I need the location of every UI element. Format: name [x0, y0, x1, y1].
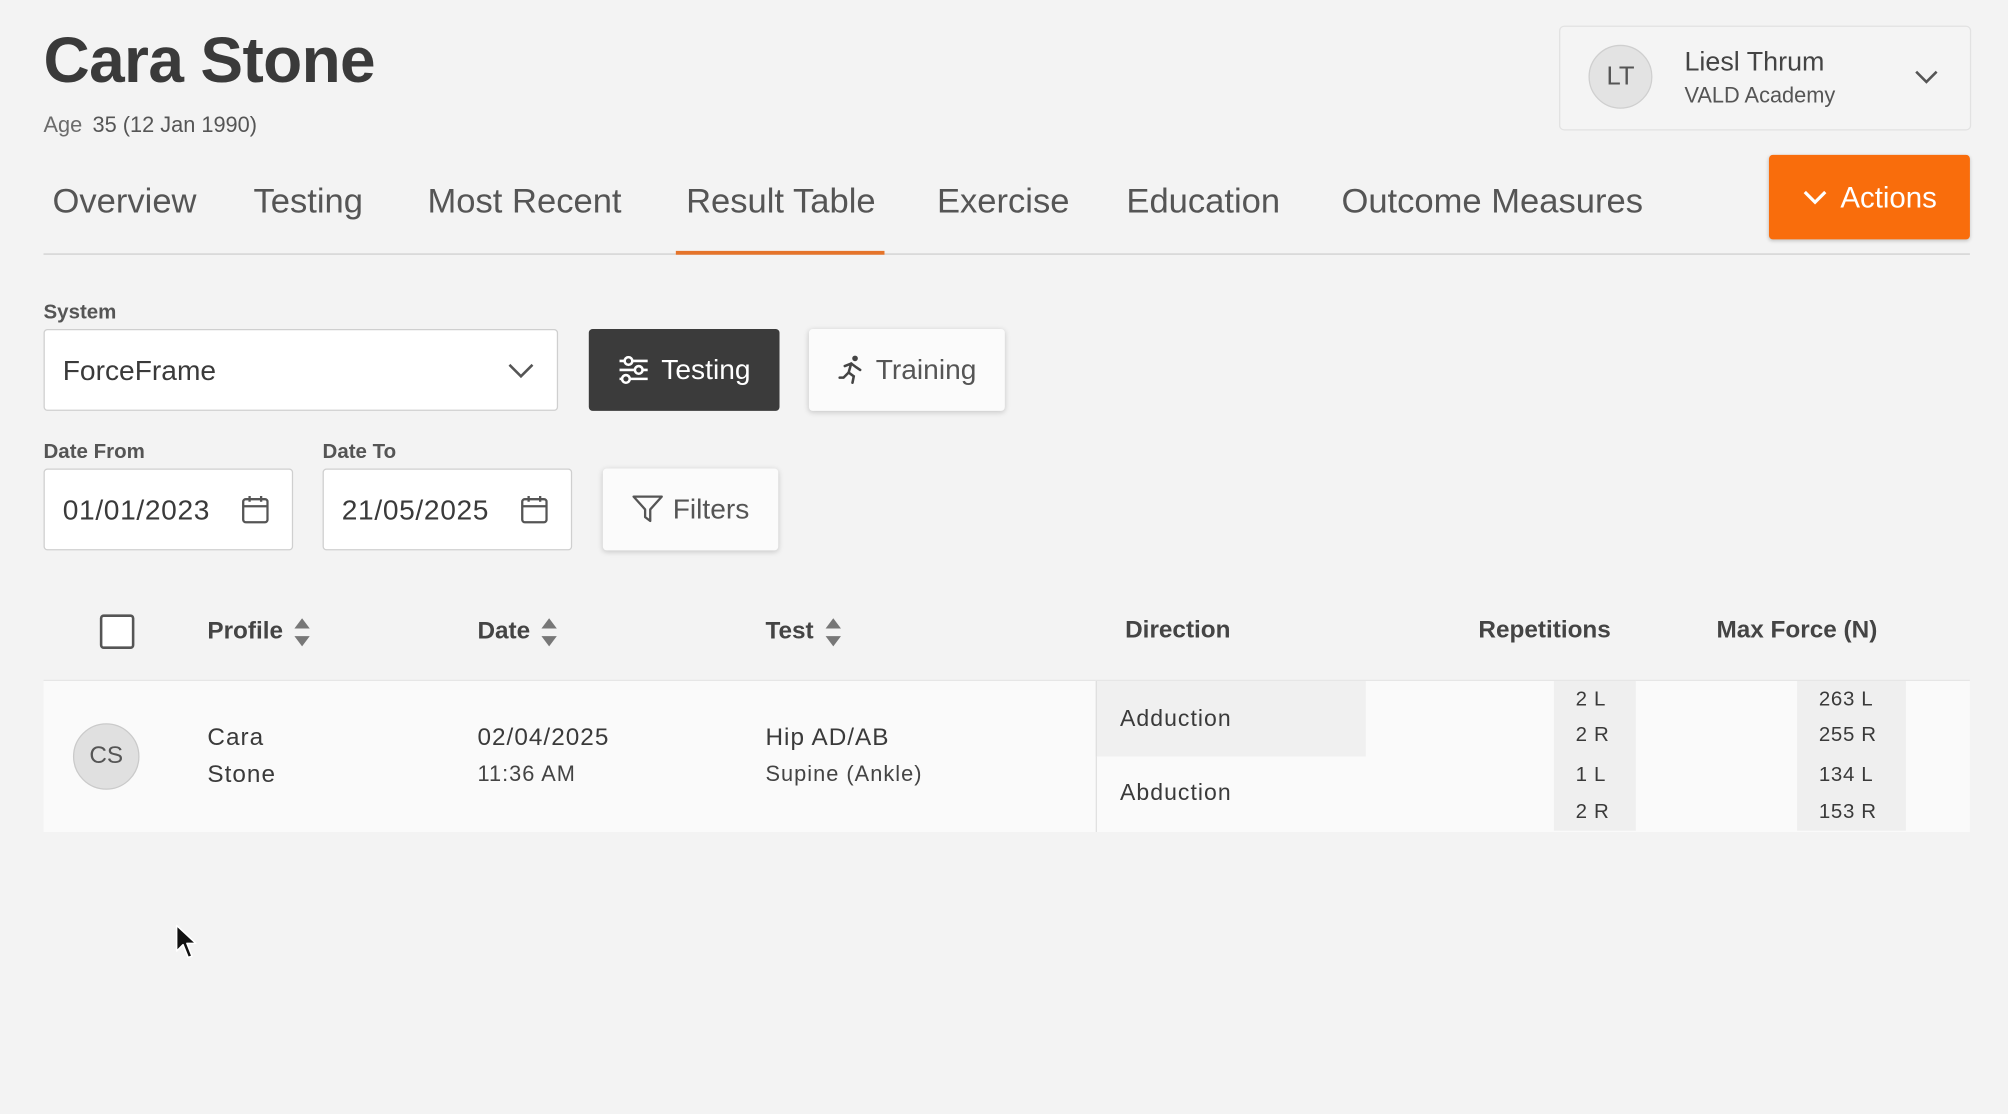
test-name: Hip AD/AB: [765, 724, 890, 752]
header-test[interactable]: Test: [765, 617, 841, 648]
header-profile[interactable]: Profile: [207, 617, 311, 648]
reps-value: 2 L: [1575, 688, 1607, 711]
date-from-input[interactable]: 01/01/2023: [43, 468, 294, 551]
date-to-value: 21/05/2025: [341, 494, 490, 527]
mouse-cursor-icon: [175, 924, 197, 959]
force-value: 153 R: [1818, 801, 1877, 824]
profile-last-name: Stone: [207, 761, 277, 789]
training-button-label: Training: [875, 353, 977, 386]
chevron-down-icon: [508, 363, 534, 379]
direction-label: Abduction: [1120, 779, 1232, 806]
tab-result-table[interactable]: Result Table: [686, 182, 876, 222]
athlete-name: Cara Stone: [43, 24, 376, 96]
tab-testing[interactable]: Testing: [253, 182, 363, 222]
testing-button-label: Testing: [661, 353, 751, 386]
calendar-icon[interactable]: [242, 495, 269, 524]
force-value: 134 L: [1818, 764, 1874, 786]
sort-icon[interactable]: [293, 617, 311, 648]
header-direction: Direction: [1125, 617, 1230, 645]
table-row[interactable]: [43, 679, 1970, 832]
age-label: Age: [43, 112, 83, 137]
sliders-icon: [619, 355, 648, 384]
user-name: Liesl Thrum: [1684, 47, 1825, 77]
user-organization: VALD Academy: [1684, 83, 1836, 108]
header-test-label: Test: [765, 618, 814, 646]
direction-cell-adduction: Adduction: [1095, 680, 1366, 757]
header-direction-label: Direction: [1125, 616, 1231, 644]
age-value: 35 (12 Jan 1990): [92, 112, 258, 137]
date-from-value: 01/01/2023: [62, 494, 211, 527]
testing-toggle-button[interactable]: Testing: [588, 328, 780, 411]
training-toggle-button[interactable]: Training: [808, 328, 1005, 411]
date-to-input[interactable]: 21/05/2025: [322, 468, 573, 551]
tab-exercise[interactable]: Exercise: [937, 182, 1070, 222]
user-menu[interactable]: LT Liesl Thrum VALD Academy: [1559, 25, 1972, 131]
date-from-label: Date From: [43, 441, 145, 464]
filter-icon: [631, 495, 663, 523]
tab-most-recent[interactable]: Most Recent: [428, 182, 622, 222]
tab-active-indicator: [675, 250, 885, 255]
athlete-age: Age 35 (12 Jan 1990): [44, 113, 257, 139]
test-position: Supine (Ankle): [765, 761, 923, 786]
system-select[interactable]: ForceFrame: [43, 328, 559, 411]
direction-label: Adduction: [1120, 705, 1232, 731]
chevron-down-icon[interactable]: [1914, 68, 1940, 86]
sort-icon[interactable]: [540, 617, 558, 648]
reps-value: 2 R: [1575, 724, 1610, 747]
system-value: ForceFrame: [62, 354, 217, 387]
header-date-label: Date: [477, 618, 531, 646]
force-value: 255 R: [1818, 724, 1877, 747]
result-time: 11:36 AM: [477, 761, 576, 786]
header-max-force: Max Force (N): [1716, 617, 1877, 645]
reps-value: 1 L: [1575, 764, 1607, 786]
tab-outcome-measures[interactable]: Outcome Measures: [1341, 182, 1643, 222]
tab-divider: [43, 253, 1970, 255]
chevron-down-icon: [1803, 190, 1827, 205]
direction-cell-abduction: Abduction: [1095, 756, 1366, 832]
header-date[interactable]: Date: [477, 617, 558, 648]
tab-education[interactable]: Education: [1126, 182, 1280, 222]
header-max-force-label: Max Force (N): [1716, 616, 1878, 644]
filters-button[interactable]: Filters: [602, 468, 779, 551]
header-repetitions-label: Repetitions: [1478, 616, 1611, 644]
tab-overview[interactable]: Overview: [52, 182, 196, 222]
sort-icon[interactable]: [824, 617, 842, 648]
filters-button-label: Filters: [672, 492, 750, 525]
profile-first-name: Cara: [207, 724, 265, 752]
select-all-checkbox[interactable]: [99, 614, 135, 649]
calendar-icon[interactable]: [521, 495, 548, 524]
actions-label: Actions: [1840, 179, 1937, 214]
system-label: System: [43, 302, 117, 324]
force-value: 263 L: [1818, 688, 1874, 711]
date-to-label: Date To: [322, 441, 397, 464]
result-date: 02/04/2025: [477, 724, 610, 752]
user-avatar: LT: [1588, 44, 1653, 109]
header-repetitions: Repetitions: [1478, 617, 1610, 645]
actions-button[interactable]: Actions: [1768, 154, 1970, 240]
header-profile-label: Profile: [207, 618, 284, 646]
profile-avatar: CS: [72, 723, 140, 790]
reps-value: 2 R: [1575, 801, 1610, 824]
running-person-icon: [838, 355, 862, 384]
